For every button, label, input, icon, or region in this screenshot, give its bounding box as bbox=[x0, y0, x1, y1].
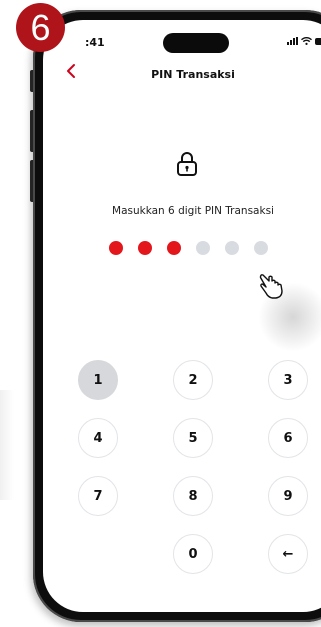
keypad-key-0[interactable]: 0 bbox=[173, 534, 213, 574]
battery-icon bbox=[315, 38, 321, 45]
page-title: PIN Transaksi bbox=[151, 68, 235, 81]
keypad-key-label: 5 bbox=[188, 430, 198, 446]
step-number-badge: 6 bbox=[16, 3, 65, 52]
pin-dot-empty bbox=[225, 241, 239, 255]
keypad-key-8[interactable]: 8 bbox=[173, 476, 213, 516]
pin-keypad: 1 2 3 4 5 6 7 8 9 0 ← bbox=[78, 360, 308, 574]
keypad-key-label: 1 bbox=[93, 372, 103, 388]
pin-dot-filled bbox=[138, 241, 152, 255]
keypad-key-label: 7 bbox=[93, 488, 103, 504]
keypad-key-3[interactable]: 3 bbox=[268, 360, 308, 400]
phone-screen: :41 PIN Transaksi Masukkan 6 digit PIN T… bbox=[43, 20, 321, 612]
keypad-key-label: 0 bbox=[188, 546, 198, 562]
status-icons bbox=[287, 37, 321, 45]
keypad-key-9[interactable]: 9 bbox=[268, 476, 308, 516]
keypad-key-2[interactable]: 2 bbox=[173, 360, 213, 400]
status-time: :41 bbox=[85, 36, 105, 49]
keypad-key-5[interactable]: 5 bbox=[173, 418, 213, 458]
pin-dot-empty bbox=[196, 241, 210, 255]
pin-dot-filled bbox=[167, 241, 181, 255]
keypad-key-label: 8 bbox=[188, 488, 198, 504]
edge-shadow bbox=[0, 390, 14, 500]
keypad-key-label: 6 bbox=[283, 430, 293, 446]
hand-pointer-icon bbox=[259, 274, 283, 299]
lock-icon bbox=[177, 152, 197, 176]
pin-indicator bbox=[109, 241, 268, 255]
backspace-button[interactable]: ← bbox=[268, 534, 308, 574]
keypad-key-label: 3 bbox=[283, 372, 293, 388]
keypad-key-label: 9 bbox=[283, 488, 293, 504]
arrow-left-icon: ← bbox=[282, 546, 294, 562]
tutorial-canvas: :41 PIN Transaksi Masukkan 6 digit PIN T… bbox=[0, 0, 321, 627]
signal-icon bbox=[287, 37, 298, 45]
keypad-key-7[interactable]: 7 bbox=[78, 476, 118, 516]
pin-dot-empty bbox=[254, 241, 268, 255]
wifi-icon bbox=[301, 37, 312, 45]
keypad-key-1[interactable]: 1 bbox=[78, 360, 118, 400]
keypad-key-6[interactable]: 6 bbox=[268, 418, 308, 458]
pin-instruction: Masukkan 6 digit PIN Transaksi bbox=[112, 205, 274, 217]
keypad-key-label: 4 bbox=[93, 430, 103, 446]
keypad-key-label: 2 bbox=[188, 372, 198, 388]
keypad-key-4[interactable]: 4 bbox=[78, 418, 118, 458]
pin-dot-filled bbox=[109, 241, 123, 255]
dynamic-island bbox=[163, 33, 229, 53]
